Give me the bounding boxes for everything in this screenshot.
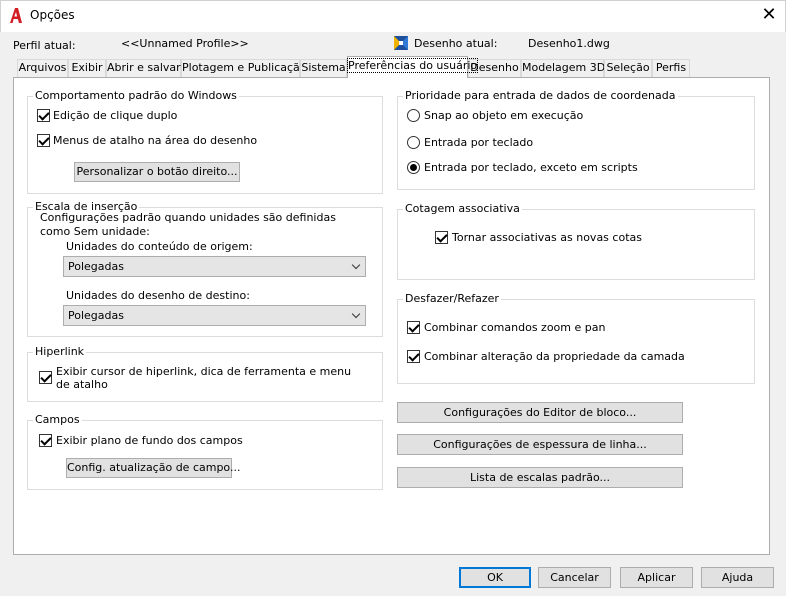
tab-abrir-salvar[interactable]: Abrir e salvar <box>106 59 181 77</box>
tab-arquivos[interactable]: Arquivos <box>17 59 68 77</box>
windows-behavior-title: Comportamento padrão do Windows <box>33 89 239 102</box>
profile-value: <<Unnamed Profile>> <box>121 37 249 50</box>
radio-keyboard-except-scripts-label: Entrada por teclado, exceto em scripts <box>424 161 638 174</box>
assoc-dim-group: Cotagem associativa <box>397 202 755 280</box>
shortcut-menus-checkbox[interactable] <box>37 134 50 147</box>
undo-redo-group: Desfazer/Refazer <box>397 292 755 384</box>
default-scale-list-button[interactable]: Lista de escalas padrão... <box>397 467 683 488</box>
target-units-label: Unidades do desenho de destino: <box>66 289 250 302</box>
tab-perfis[interactable]: Perfis <box>652 59 690 77</box>
undo-redo-title: Desfazer/Refazer <box>403 292 501 305</box>
tab-plotagem[interactable]: Plotagem e Publicação <box>181 59 307 77</box>
tab-sistema[interactable]: Sistema <box>300 59 347 77</box>
assoc-dim-title: Cotagem associativa <box>403 202 522 215</box>
chevron-down-icon <box>351 260 361 270</box>
double-click-checkbox[interactable] <box>37 109 50 122</box>
chevron-down-icon <box>351 309 361 319</box>
radio-keyboard-except-scripts[interactable] <box>407 161 420 174</box>
hyperlink-checkbox[interactable] <box>39 371 52 384</box>
double-click-label: Edição de clique duplo <box>53 109 178 122</box>
radio-running-osnap-label: Snap ao objeto em execução <box>424 109 584 122</box>
insertion-scale-desc-2: como Sem unidade: <box>40 225 150 238</box>
tab-preferencias-label: Preferências do usuário <box>346 58 479 73</box>
radio-keyboard-entry[interactable] <box>407 136 420 149</box>
combine-zoom-label: Combinar comandos zoom e pan <box>424 321 606 334</box>
field-update-settings-button[interactable]: Config. atualização de campo... <box>66 458 240 478</box>
source-units-select[interactable]: Polegadas <box>63 256 366 277</box>
hyperlink-label-1: Exibir cursor de hiperlink, dica de ferr… <box>56 365 352 378</box>
close-icon[interactable]: ✕ <box>755 4 783 28</box>
autocad-a-icon <box>10 8 22 23</box>
fields-group: Campos <box>27 413 383 490</box>
hyperlink-title: Hiperlink <box>33 345 87 358</box>
assoc-dim-checkbox[interactable] <box>435 231 448 244</box>
block-editor-settings-button[interactable]: Configurações do Editor de bloco... <box>397 402 683 423</box>
window-title: Opções <box>30 8 75 22</box>
assoc-dim-label: Tornar associativas as novas cotas <box>452 231 642 244</box>
source-units-value: Polegadas <box>68 260 124 273</box>
fields-title: Campos <box>33 413 82 426</box>
shortcut-menus-label: Menus de atalho na área do desenho <box>53 134 258 147</box>
title-bar <box>0 0 786 32</box>
field-background-label: Exibir plano de fundo dos campos <box>56 434 243 447</box>
target-units-value: Polegadas <box>68 309 124 322</box>
combine-zoom-checkbox[interactable] <box>407 321 420 334</box>
coord-priority-title: Prioridade para entrada de dados de coor… <box>403 89 678 102</box>
lineweight-settings-button[interactable]: Configurações de espessura de linha... <box>397 434 683 455</box>
drawing-label: Desenho atual: <box>414 37 498 50</box>
source-units-label: Unidades do conteúdo de origem: <box>66 240 253 253</box>
hyperlink-label-2: de atalho <box>56 378 108 391</box>
combine-layer-checkbox[interactable] <box>407 350 420 363</box>
radio-keyboard-entry-label: Entrada por teclado <box>424 136 534 149</box>
customize-right-click-button[interactable]: Personalizar o botão direito... <box>74 162 240 182</box>
target-units-select[interactable]: Polegadas <box>63 305 366 326</box>
tab-selecao[interactable]: Seleção <box>604 59 652 77</box>
profile-label: Perfil atual: <box>13 39 76 52</box>
cancel-button[interactable]: Cancelar <box>538 567 611 588</box>
tab-exibir[interactable]: Exibir <box>68 59 106 77</box>
insertion-scale-desc-1: Configurações padrão quando unidades são… <box>40 211 336 224</box>
combine-layer-label: Combinar alteração da propriedade da cam… <box>424 350 685 363</box>
drawing-value: Desenho1.dwg <box>528 37 610 50</box>
tab-preferencias[interactable]: Preferências do usuário <box>346 56 479 78</box>
tab-modelagem-3d[interactable]: Modelagem 3D <box>521 59 605 77</box>
ok-button[interactable]: OK <box>459 567 531 588</box>
help-button[interactable]: Ajuda <box>701 567 774 588</box>
field-background-checkbox[interactable] <box>39 434 52 447</box>
radio-running-osnap[interactable] <box>407 109 420 122</box>
apply-button[interactable]: Aplicar <box>620 567 693 588</box>
drawing-file-icon <box>394 36 408 50</box>
